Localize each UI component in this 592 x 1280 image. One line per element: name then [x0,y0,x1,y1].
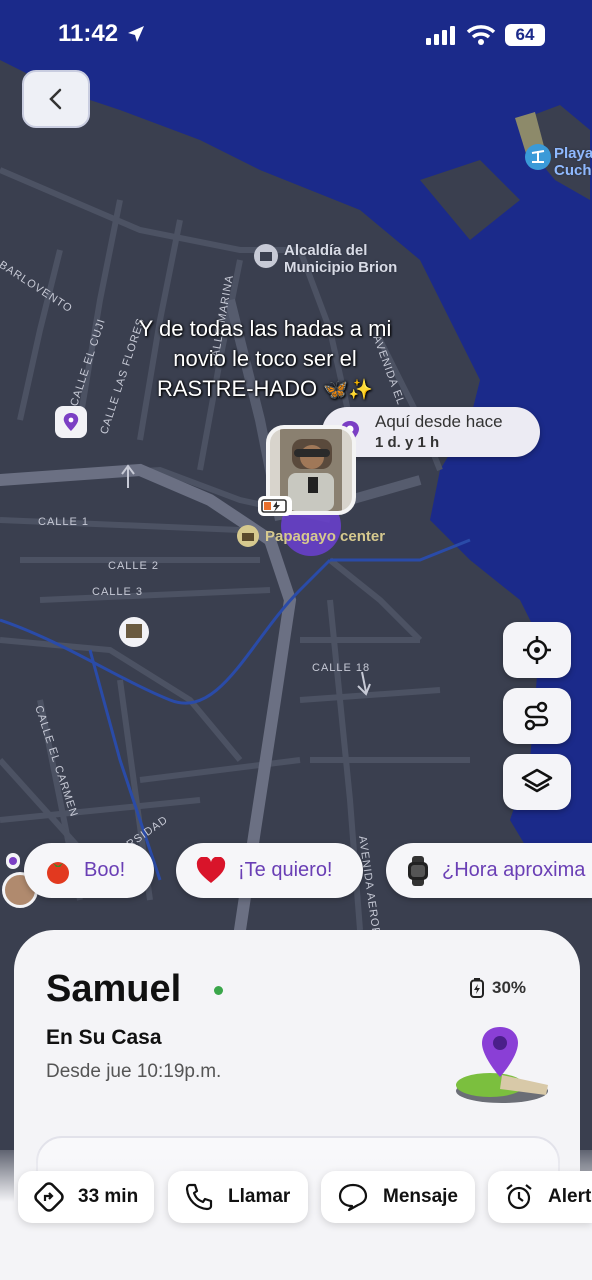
crosshair-icon [523,636,551,664]
beach-label-line2: Cuch [554,162,592,179]
video-caption: Y de todas las hadas a mi novio le toco … [100,314,430,405]
alert-button[interactable]: Alert [488,1171,592,1223]
caption-line2: novio le toco ser el [173,346,357,371]
layers-icon [521,768,553,793]
map-marker-building[interactable] [119,617,149,647]
charging-battery-icon [258,496,292,516]
online-indicator [214,986,223,995]
here-label: Aquí desde hace [375,412,503,431]
person-place: En Su Casa [46,1026,162,1049]
action-label: Llamar [228,1186,291,1207]
directions-button[interactable]: 33 min [18,1171,154,1223]
here-duration: 1 d. y 1 h [375,434,440,451]
poi-label-line1: Alcaldía del [284,242,368,259]
map-marker-pin[interactable] [55,406,87,438]
status-bar: 11:42 64 [0,0,592,70]
route-history-button[interactable] [503,688,571,744]
battery-indicator: 64 [505,24,545,46]
person-name: Samuel [46,968,182,1010]
street-label: CALLE 18 [312,662,371,674]
poi-label-line2: Municipio Brion [284,259,398,276]
map-marker-beach[interactable] [525,144,551,170]
heart-icon [196,856,226,885]
chip-label: ¿Hora aproxima [442,859,586,881]
route-icon [524,701,549,731]
person-battery: 30% [470,978,526,998]
chip-label: ¡Te quiero! [238,859,333,881]
shop-icon [237,525,259,547]
action-label: Alert [548,1186,592,1207]
wifi-icon [466,25,496,45]
street-label: CALLE 2 [108,560,160,572]
location-arrow-icon [128,26,144,42]
watch-icon [406,855,430,886]
back-button[interactable] [22,70,90,128]
map-marker-city-hall[interactable] [254,244,278,268]
caption-line1: Y de todas las hadas a mi [138,316,392,341]
chevron-left-icon [49,88,62,110]
route-icon [34,1182,64,1212]
chip-te-quiero[interactable]: ¡Te quiero! [176,843,363,898]
location-illustration-icon [456,1027,548,1103]
street-label: CALLE 3 [92,586,144,598]
message-button[interactable]: Mensaje [321,1171,475,1223]
butterfly-sparkle-icon: 🦋✨ [323,379,374,401]
battery-icon [470,978,484,998]
chip-boo[interactable]: Boo! [24,843,154,898]
place-label: Papagayo center [265,528,386,545]
alarm-icon [506,1184,532,1210]
chip-label: Boo! [84,859,126,881]
chip-hora-aproximada[interactable]: ¿Hora aproxima [386,843,592,898]
battery-percent: 30% [492,978,527,997]
phone-icon [185,1183,213,1211]
tomato-icon [44,857,72,885]
message-icon [338,1183,368,1212]
signal-icon [426,26,455,45]
small-pin-icon [6,853,20,869]
action-label: 33 min [78,1186,139,1207]
street-label: CALLE 1 [38,516,90,528]
caption-line3: RASTRE-HADO [156,376,318,401]
call-button[interactable]: Llamar [168,1171,308,1223]
beach-label-line1: Playa [554,145,592,162]
status-time: 11:42 [58,20,119,47]
action-label: Mensaje [383,1186,458,1207]
map-layers-button[interactable] [503,754,571,810]
person-since: Desde jue 10:19p.m. [46,1061,222,1082]
recenter-button[interactable] [503,622,571,678]
